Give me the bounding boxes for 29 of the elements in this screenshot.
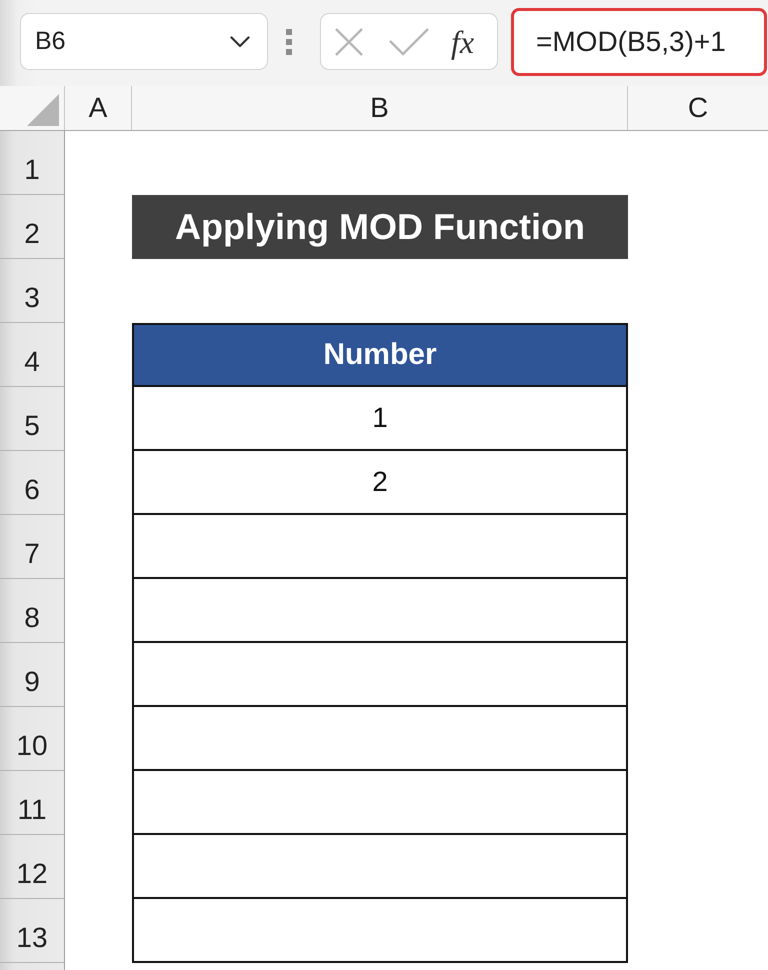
chevron-down-icon [230,36,250,48]
table-cell: 1 [132,387,628,451]
row-header[interactable]: 13 [0,899,65,963]
name-box[interactable]: B6 [20,13,268,70]
row-header[interactable]: 3 [0,259,65,323]
row-header[interactable]: 4 [0,323,65,387]
close-icon[interactable] [335,28,363,56]
formula-field[interactable]: =MOD(B5,3)+1 [511,8,767,76]
column-header[interactable]: B [132,86,628,130]
vertical-dots-icon[interactable] [286,28,292,54]
row-header[interactable]: 10 [0,707,65,771]
row-header[interactable]: 5 [0,387,65,451]
table-cell: 2 [132,451,628,515]
check-icon[interactable] [389,28,429,56]
column-header[interactable]: C [628,86,768,130]
column-header[interactable]: A [65,86,132,130]
row-header[interactable]: 2 [0,195,65,259]
row-header[interactable]: 11 [0,771,65,835]
row-header[interactable]: 7 [0,515,65,579]
row-header[interactable]: 9 [0,643,65,707]
row-header[interactable]: 6 [0,451,65,515]
select-all-triangle-icon[interactable] [27,94,59,126]
row-header[interactable]: 12 [0,835,65,899]
row-header[interactable]: 1 [0,131,65,195]
insert-function-button[interactable]: fx [451,26,474,58]
row-header-strip [0,963,65,970]
row-header[interactable]: 8 [0,579,65,643]
title-banner: Applying MOD Function [132,195,628,259]
column-heading: Number [132,323,628,387]
